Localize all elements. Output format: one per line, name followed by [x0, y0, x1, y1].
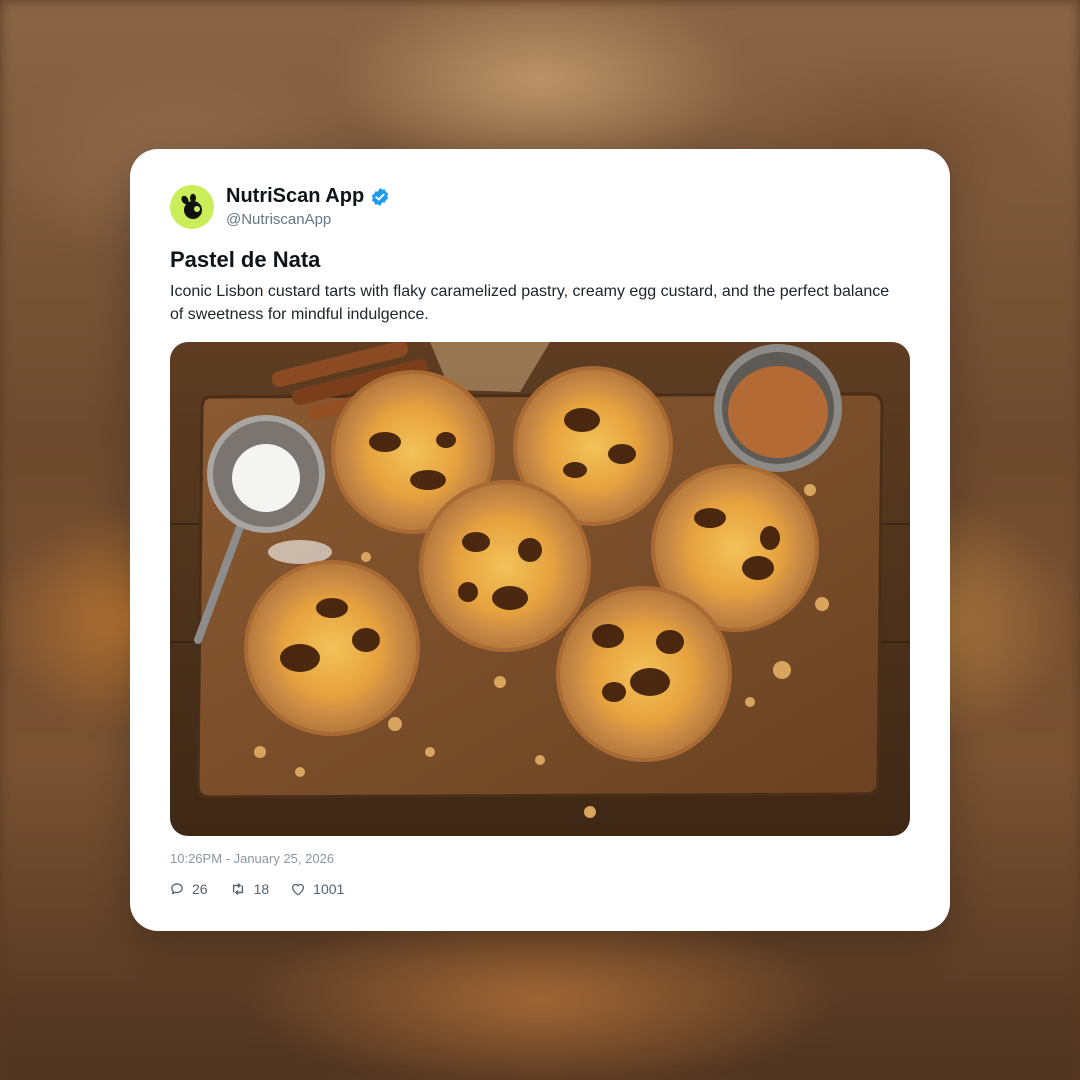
reply-count: 26 [192, 881, 208, 897]
reply-button[interactable]: 26 [170, 881, 208, 897]
repost-icon [232, 883, 243, 895]
post-title: Pastel de Nata [170, 247, 321, 272]
avatar[interactable] [170, 185, 214, 229]
post-photo[interactable] [170, 342, 910, 836]
author-handle[interactable]: @NutriscanApp [226, 211, 331, 228]
post-card: NutriScan App @NutriscanApp Pastel de Na… [130, 149, 950, 931]
verified-badge-icon [370, 187, 390, 207]
author-name[interactable]: NutriScan App [226, 185, 364, 208]
nutriscan-logo-icon [181, 193, 202, 219]
like-count: 1001 [313, 881, 345, 897]
comment-icon [171, 883, 183, 895]
heart-icon [292, 883, 305, 895]
repost-button[interactable]: 18 [230, 881, 270, 897]
repost-count: 18 [253, 881, 270, 897]
like-button[interactable]: 1001 [291, 881, 344, 897]
action-bar: 26 18 1001 [170, 881, 344, 897]
post-description: Iconic Lisbon custard tarts with flaky c… [170, 283, 890, 323]
post-timestamp: 10:26PM - January 25, 2026 [170, 851, 335, 866]
